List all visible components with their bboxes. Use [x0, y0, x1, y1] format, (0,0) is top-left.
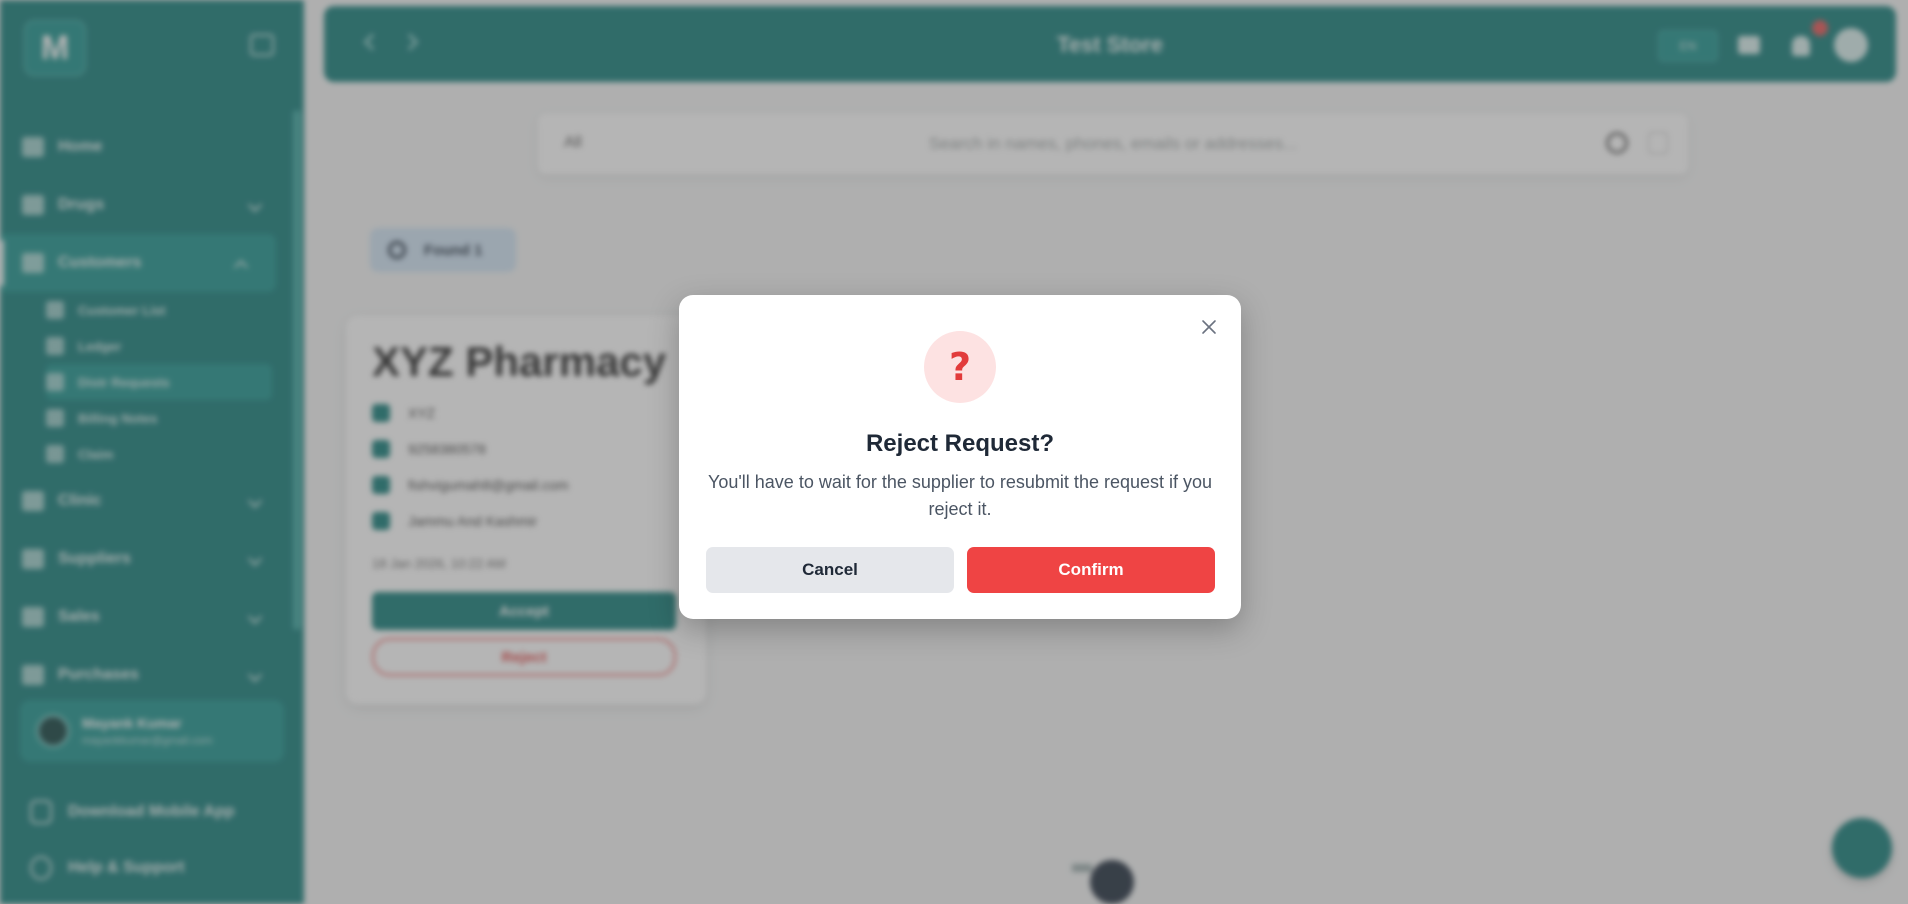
dialog-title: Reject Request? — [865, 430, 1055, 457]
cancel-button[interactable]: Cancel — [706, 547, 954, 593]
question-icon: ? — [924, 331, 996, 403]
confirm-button[interactable]: Confirm — [967, 547, 1215, 593]
reject-request-dialog: ? Reject Request? You'll have to wait fo… — [679, 295, 1241, 619]
dialog-message: You'll have to wait for the supplier to … — [707, 472, 1213, 519]
close-button[interactable] — [1196, 314, 1222, 340]
close-icon — [1202, 320, 1216, 334]
